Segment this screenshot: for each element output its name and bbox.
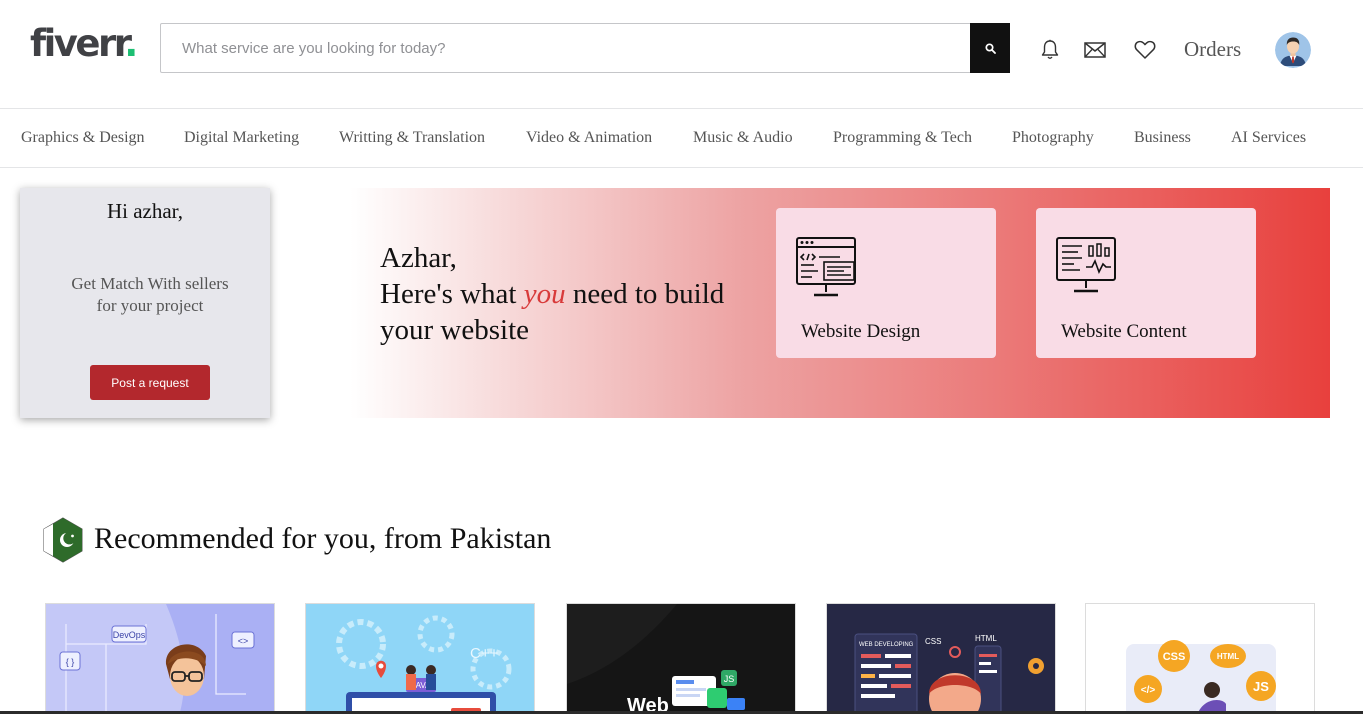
gig-thumbnail-1[interactable]: DevOps <> { } xyxy=(45,603,275,714)
messages-button[interactable] xyxy=(1083,38,1107,62)
heart-icon xyxy=(1134,40,1156,59)
orders-link[interactable]: Orders xyxy=(1184,37,1241,62)
category-video-animation[interactable]: Video & Animation xyxy=(526,129,652,147)
cpp-tag: C++ xyxy=(470,645,499,662)
welcome-card: Hi azhar, Get Match With sellers for you… xyxy=(20,188,270,418)
category-programming-tech[interactable]: Programming & Tech xyxy=(833,129,972,147)
category-digital-marketing[interactable]: Digital Marketing xyxy=(184,129,299,147)
svg-text:JS: JS xyxy=(1253,679,1269,694)
category-menu: Graphics & Design Digital Marketing Writ… xyxy=(0,108,1363,168)
top-header: fiverr. Orders xyxy=(0,0,1363,108)
fiverr-logo[interactable]: fiverr. xyxy=(30,22,138,65)
developer-illustration: DevOps <> { } xyxy=(46,604,274,714)
user-avatar[interactable] xyxy=(1275,32,1311,68)
web-developing-tag: WEB DEVELOPING xyxy=(859,642,914,648)
category-photography[interactable]: Photography xyxy=(1012,129,1094,147)
bell-icon xyxy=(1041,39,1059,59)
svg-text:CSS: CSS xyxy=(925,637,941,646)
web-developer-illustration: WEB DEVELOPING CSS HTML xyxy=(827,604,1055,714)
category-music-audio[interactable]: Music & Audio xyxy=(693,129,793,147)
css-tag: CSS xyxy=(1163,651,1186,663)
category-ai-services[interactable]: AI Services xyxy=(1231,129,1306,147)
notifications-button[interactable] xyxy=(1038,38,1062,62)
search-input[interactable] xyxy=(161,24,970,72)
svg-text:</>: </> xyxy=(1141,685,1156,696)
code-monitor-icon xyxy=(796,237,856,297)
css-html-js-illustration: CSS HTML </> JS xyxy=(1086,604,1314,714)
svg-text:{ }: { } xyxy=(66,657,75,667)
website-content-card[interactable]: Website Content xyxy=(1036,208,1256,358)
gig-thumbnail-3[interactable]: Web JS xyxy=(566,603,796,714)
gig-thumbnail-2[interactable]: C++ JAVA HTML xyxy=(305,603,535,714)
svg-text:JS: JS xyxy=(724,674,735,684)
svg-text:<>: <> xyxy=(238,636,249,646)
analytics-monitor-icon xyxy=(1056,237,1116,293)
website-content-label: Website Content xyxy=(1061,321,1187,342)
pakistan-flag-icon xyxy=(43,517,83,563)
website-design-label: Website Design xyxy=(801,321,921,342)
greeting-heading: Hi azhar, xyxy=(106,199,184,223)
devops-tag: DevOps xyxy=(113,630,146,640)
emphasis-text: you xyxy=(523,278,566,310)
svg-text:HTML: HTML xyxy=(1217,652,1239,661)
welcome-text: Get Match With sellers for your project xyxy=(71,274,229,315)
category-business[interactable]: Business xyxy=(1134,129,1191,147)
mail-icon xyxy=(1084,42,1106,58)
favorites-button[interactable] xyxy=(1133,38,1157,62)
search-button[interactable] xyxy=(970,23,1010,73)
post-request-button[interactable]: Post a request xyxy=(90,365,210,400)
user-avatar-icon xyxy=(1275,32,1311,68)
recommended-heading: Recommended for you, from Pakistan xyxy=(94,522,552,555)
website-design-card[interactable]: Website Design xyxy=(776,208,996,358)
gig-thumbnail-4[interactable]: WEB DEVELOPING CSS HTML xyxy=(826,603,1056,714)
java-developers-illustration: C++ JAVA HTML xyxy=(306,604,534,714)
category-writing-translation[interactable]: Writting & Translation xyxy=(339,129,485,147)
promo-banner: Azhar, Here's what you need to build you… xyxy=(350,188,1330,418)
gig-thumbnail-5[interactable]: CSS HTML </> JS xyxy=(1085,603,1315,714)
category-graphics-design[interactable]: Graphics & Design xyxy=(21,129,145,147)
web-development-illustration: Web JS xyxy=(567,604,795,714)
search-icon xyxy=(984,42,996,54)
banner-heading: Azhar, Here's what you need to build you… xyxy=(380,242,725,346)
svg-text:HTML: HTML xyxy=(975,634,997,643)
search-bar xyxy=(160,23,1010,73)
